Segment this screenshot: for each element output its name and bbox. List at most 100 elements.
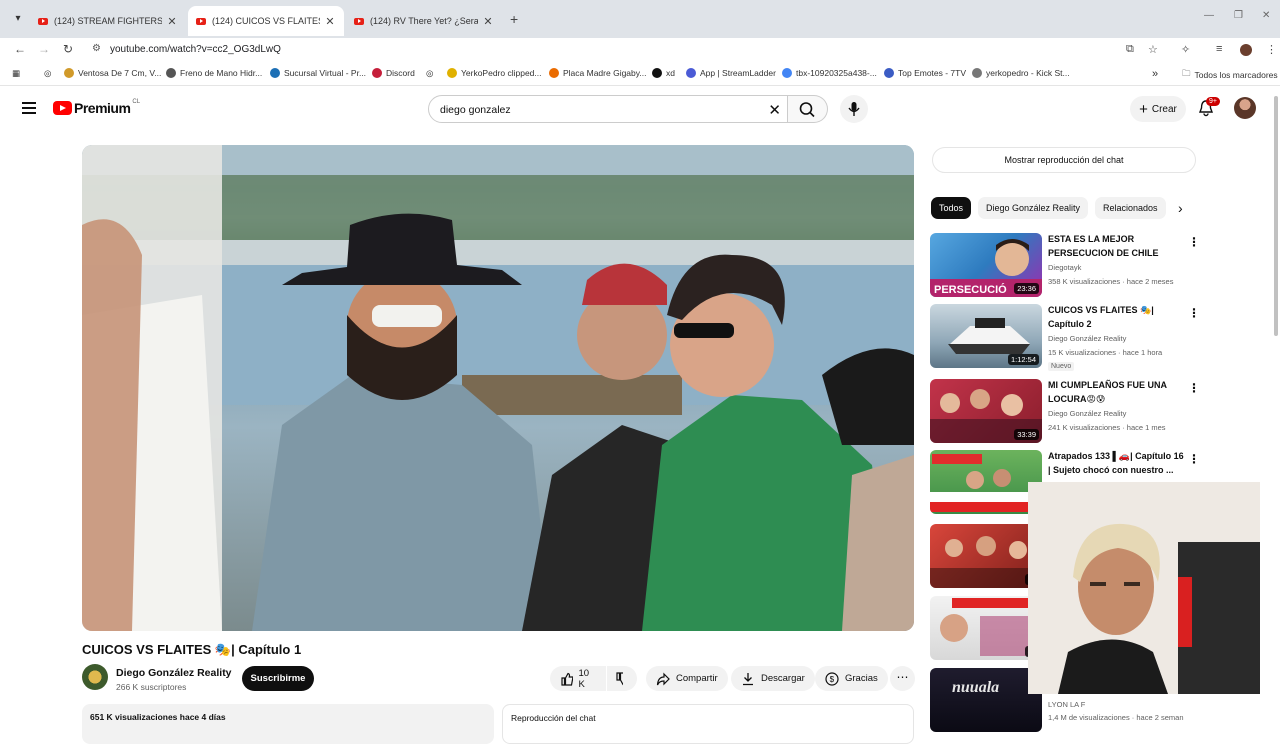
video-thumbnail[interactable] [930,450,1042,514]
browser-menu-icon[interactable]: ⋮ [1266,43,1277,56]
chat-replay-label: Reproducción del chat [511,713,596,723]
bookmark-item[interactable]: Ventosa De 7 Cm, V... [64,68,161,78]
chip-all[interactable]: Todos [931,197,972,219]
kebab-menu-icon[interactable]: ⋮ [1188,381,1200,395]
webcam-overlay [1028,482,1260,694]
thanks-button[interactable]: $ Gracias [815,666,888,691]
bookmark-favicon-icon [549,68,559,78]
kebab-menu-icon[interactable]: ⋮ [1188,452,1200,466]
create-button[interactable]: + Crear [1130,96,1186,122]
bookmark-star-icon[interactable]: ☆ [1148,43,1158,56]
account-avatar[interactable] [1234,97,1256,119]
dislike-button[interactable] [607,666,637,691]
video-thumbnail[interactable]: 24 [930,524,1042,588]
channel-avatar[interactable] [82,664,108,690]
globe-icon[interactable]: ◎ [426,68,433,79]
apps-grid-icon[interactable]: ▦ [12,68,20,79]
create-label: Crear [1151,103,1177,115]
video-thumbnail[interactable]: 33 [930,596,1042,660]
more-actions-icon[interactable]: ⋯ [890,666,915,691]
like-button[interactable]: 10 K [550,666,606,691]
channel-name[interactable]: Diego González Reality [116,667,232,679]
bookmark-item[interactable]: App | StreamLadder [686,68,776,78]
bookmark-favicon-icon [686,68,696,78]
bookmark-label: Ventosa De 7 Cm, V... [78,68,162,78]
restore-icon[interactable]: ❐ [1234,10,1243,21]
search-button[interactable] [788,95,828,123]
bookmark-item[interactable]: Placa Madre Gigaby... [549,68,646,78]
address-bar[interactable]: ⚙ youtube.com/watch?v=cc2_OG3dLwQ [84,39,1170,61]
site-info-icon[interactable]: ⚙ [92,43,101,54]
bookmark-item[interactable]: xd [652,68,675,78]
video-thumbnail[interactable]: PERSECUCIÓ 23:36 [930,233,1042,297]
minimize-icon[interactable]: — [1204,10,1214,21]
reload-icon[interactable]: ↻ [61,42,75,56]
subscribe-button[interactable]: Suscribirme [242,666,314,691]
new-tab-icon[interactable]: + [510,11,518,27]
bookmark-favicon-icon [972,68,982,78]
kebab-menu-icon[interactable]: ⋮ [1188,235,1200,249]
bookmark-item[interactable]: Sucursal Virtual - Pr... [270,68,366,78]
chat-replay-panel[interactable]: Reproducción del chat [502,704,914,744]
close-window-icon[interactable]: ✕ [1262,10,1270,21]
video-thumbnail[interactable]: 1:12:54 [930,304,1042,368]
download-button[interactable]: Descargar [731,666,815,691]
video-player[interactable] [82,145,914,631]
recommended-video[interactable]: 1:12:54 CUICOS VS FLAITES 🎭| Capítulo 2 … [930,304,1206,372]
install-app-icon[interactable]: ⧉ [1126,43,1134,56]
browser-tab[interactable]: (124) RV There Yet? ¿Sera el nu ✕ [346,6,502,36]
close-tab-icon[interactable]: ✕ [166,15,178,28]
media-controls-icon[interactable]: ≡ [1216,43,1222,55]
tab-search-menu-icon[interactable]: ▾ [8,10,28,28]
close-tab-icon[interactable]: ✕ [324,15,336,28]
channel-name[interactable]: LYON LA F [1048,700,1085,709]
all-bookmarks-folder[interactable]: 🗀 Todos los marcadores [1182,68,1278,82]
back-icon[interactable]: ← [13,42,27,56]
video-frame [82,145,914,631]
forward-icon[interactable]: → [37,42,51,56]
guide-menu-icon[interactable] [22,102,36,114]
kebab-menu-icon[interactable]: ⋮ [1188,306,1200,320]
show-chat-replay-button[interactable]: Mostrar reproducción del chat [932,147,1196,173]
globe-icon[interactable]: ◎ [44,68,51,79]
bookmark-item[interactable]: Discord [372,68,415,78]
svg-text:nuuala: nuuala [952,679,999,696]
bookmark-item[interactable]: tbx-10920325a438-... [782,68,877,78]
close-tab-icon[interactable]: ✕ [482,15,494,28]
clear-search-icon[interactable]: ✕ [768,101,781,119]
search-input[interactable]: diego gonzalez ✕ [428,95,788,123]
video-title[interactable]: MI CUMPLEAÑOS FUE UNA LOCURA😡😰 [1048,379,1184,406]
description-box[interactable]: 651 K visualizaciones hace 4 días [82,704,494,744]
bookmark-label: tbx-10920325a438-... [796,68,877,78]
bookmark-item[interactable]: yerkopedro - Kick St... [972,68,1070,78]
page-scrollbar[interactable] [1274,96,1278,336]
channel-name[interactable]: Diegotayk [1048,263,1081,272]
profile-avatar-icon[interactable] [1240,44,1252,56]
more-bookmarks-chevron-icon[interactable]: » [1152,68,1158,80]
video-title[interactable]: CUICOS VS FLAITES 🎭| Capítulo 2 [1048,304,1184,331]
recommended-video[interactable]: PERSECUCIÓ 23:36 ESTA ES LA MEJOR PERSEC… [930,233,1206,301]
video-title[interactable]: Atrapados 133 ▌🚗| Capítulo 16 | Sujeto c… [1048,450,1184,477]
video-meta: 241 K visualizaciones · hace 1 mes [1048,423,1166,432]
video-thumbnail[interactable]: nuuala [930,668,1042,732]
browser-tab-active[interactable]: (124) CUICOS VS FLAITES 🎭| Ca ✕ [188,6,344,36]
chip-channel[interactable]: Diego González Reality [978,197,1089,219]
chevron-right-icon[interactable]: › [1178,200,1183,216]
thanks-dollar-icon: $ [825,671,839,686]
channel-name[interactable]: Diego González Reality [1048,409,1126,418]
bookmark-item[interactable]: Freno de Mano Hidr... [166,68,262,78]
voice-search-button[interactable] [840,95,868,123]
bookmark-item[interactable]: Top Emotes - 7TV [884,68,966,78]
thumbnail-art [930,454,1042,512]
browser-tab[interactable]: (124) STREAM FIGHTERS 4 "DIF ✕ [30,6,186,36]
chip-related[interactable]: Relacionados [1095,197,1166,219]
share-button[interactable]: Compartir [646,666,728,691]
recommended-video[interactable]: 33:39 MI CUMPLEAÑOS FUE UNA LOCURA😡😰 Die… [930,379,1206,447]
video-title[interactable]: ESTA ES LA MEJOR PERSECUCION DE CHILE [1048,233,1184,260]
bookmark-label: YerkoPedro clipped... [461,68,542,78]
extensions-icon[interactable]: ✧ [1181,43,1190,56]
bookmark-item[interactable]: YerkoPedro clipped... [447,68,542,78]
youtube-premium-logo[interactable]: Premium CL [53,99,140,116]
video-thumbnail[interactable]: 33:39 [930,379,1042,443]
channel-name[interactable]: Diego González Reality [1048,334,1126,343]
